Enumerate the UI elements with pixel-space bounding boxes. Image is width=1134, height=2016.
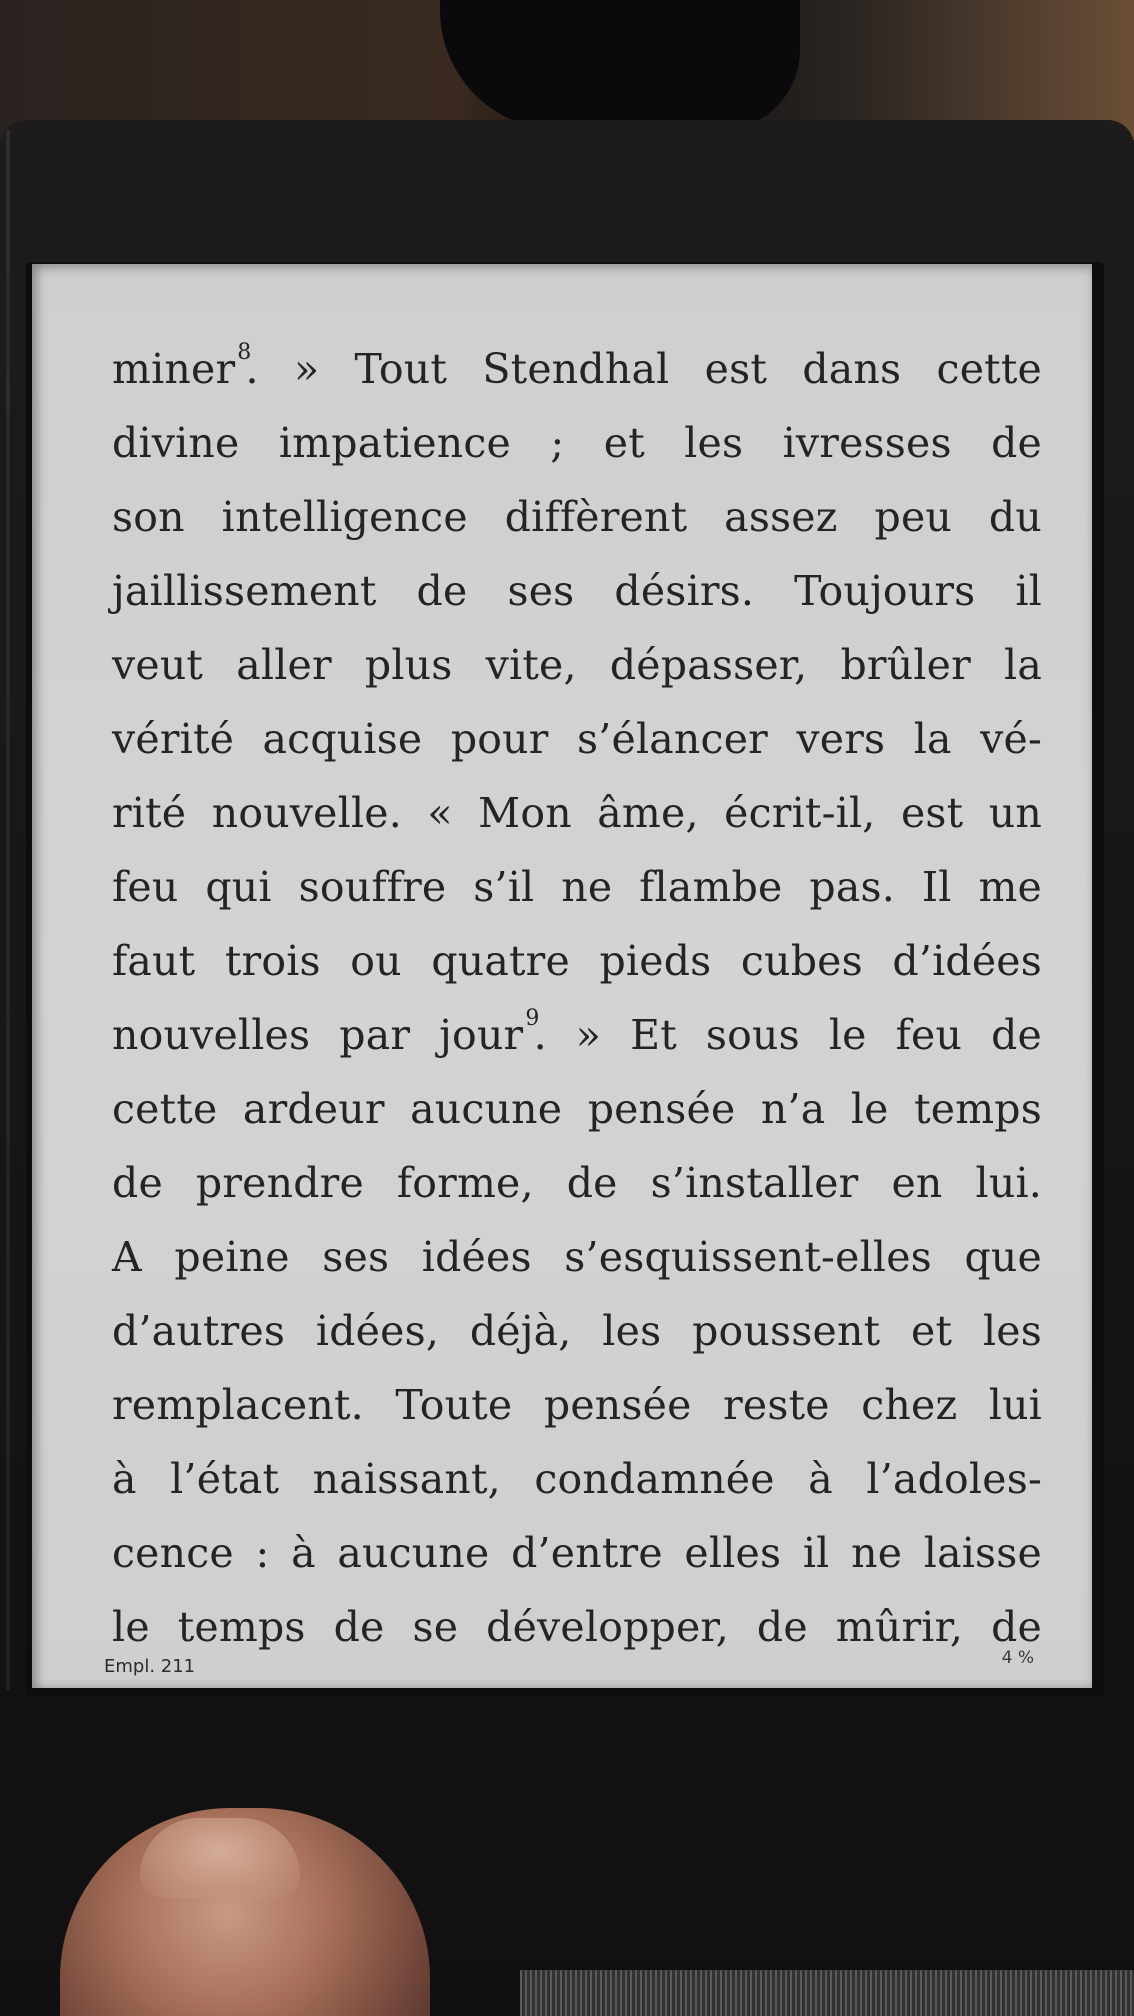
book-text: miner8. » Tout Stendhal est dans cette d… <box>112 332 1042 1664</box>
finger-highlight <box>140 1818 300 1898</box>
reading-page[interactable]: miner8. » Tout Stendhal est dans cette d… <box>32 264 1092 1688</box>
background-room <box>0 0 1134 140</box>
location-indicator[interactable]: Empl. 211 <box>104 1656 195 1677</box>
text-line: vérité acquise pour s’élancer vers la vé… <box>112 715 1042 763</box>
footnote-reference[interactable]: 9 <box>525 1006 539 1031</box>
text-line: miner8. » Tout Stendhal est dans cette <box>112 340 1042 393</box>
text-line: jaillissement de ses désirs. Toujours il <box>112 567 1042 615</box>
device-edge-highlight <box>6 130 10 1690</box>
progress-percent: 4 % <box>1001 1648 1034 1668</box>
text-line: le temps de se développer, de mûrir, de <box>112 1603 1042 1651</box>
text-line: cence : à aucune d’entre elles il ne lai… <box>112 1529 1042 1577</box>
fabric-texture <box>520 1970 1134 2016</box>
text-line: d’autres idées, déjà, les poussent et le… <box>112 1307 1042 1355</box>
text-line: nouvelles par jour9. » Et sous le feu de <box>112 1006 1042 1059</box>
text-line: rité nouvelle. « Mon âme, écrit-il, est … <box>112 789 1042 837</box>
background-shadow <box>440 0 800 130</box>
text-line: feu qui souffre s’il ne flambe pas. Il m… <box>112 863 1042 911</box>
text-line: divine impatience ; et les ivresses de <box>112 419 1042 467</box>
text-line: de prendre forme, de s’installer en lui. <box>112 1159 1042 1207</box>
text-line: cette ardeur aucune pensée n’a le temps <box>112 1085 1042 1133</box>
text-line: remplacent. Toute pensée reste chez lui <box>112 1381 1042 1429</box>
photo-scene: miner8. » Tout Stendhal est dans cette d… <box>0 0 1134 2016</box>
text-line: son intelligence diffèrent assez peu du <box>112 493 1042 541</box>
text-line: A peine ses idées s’esquissent-elles que <box>112 1233 1042 1281</box>
text-line: veut aller plus vite, dépasser, brûler l… <box>112 641 1042 689</box>
footnote-reference[interactable]: 8 <box>237 340 251 365</box>
text-line: faut trois ou quatre pieds cubes d’idées <box>112 937 1042 985</box>
text-line: à l’état naissant, condamnée à l’adoles- <box>112 1455 1042 1503</box>
